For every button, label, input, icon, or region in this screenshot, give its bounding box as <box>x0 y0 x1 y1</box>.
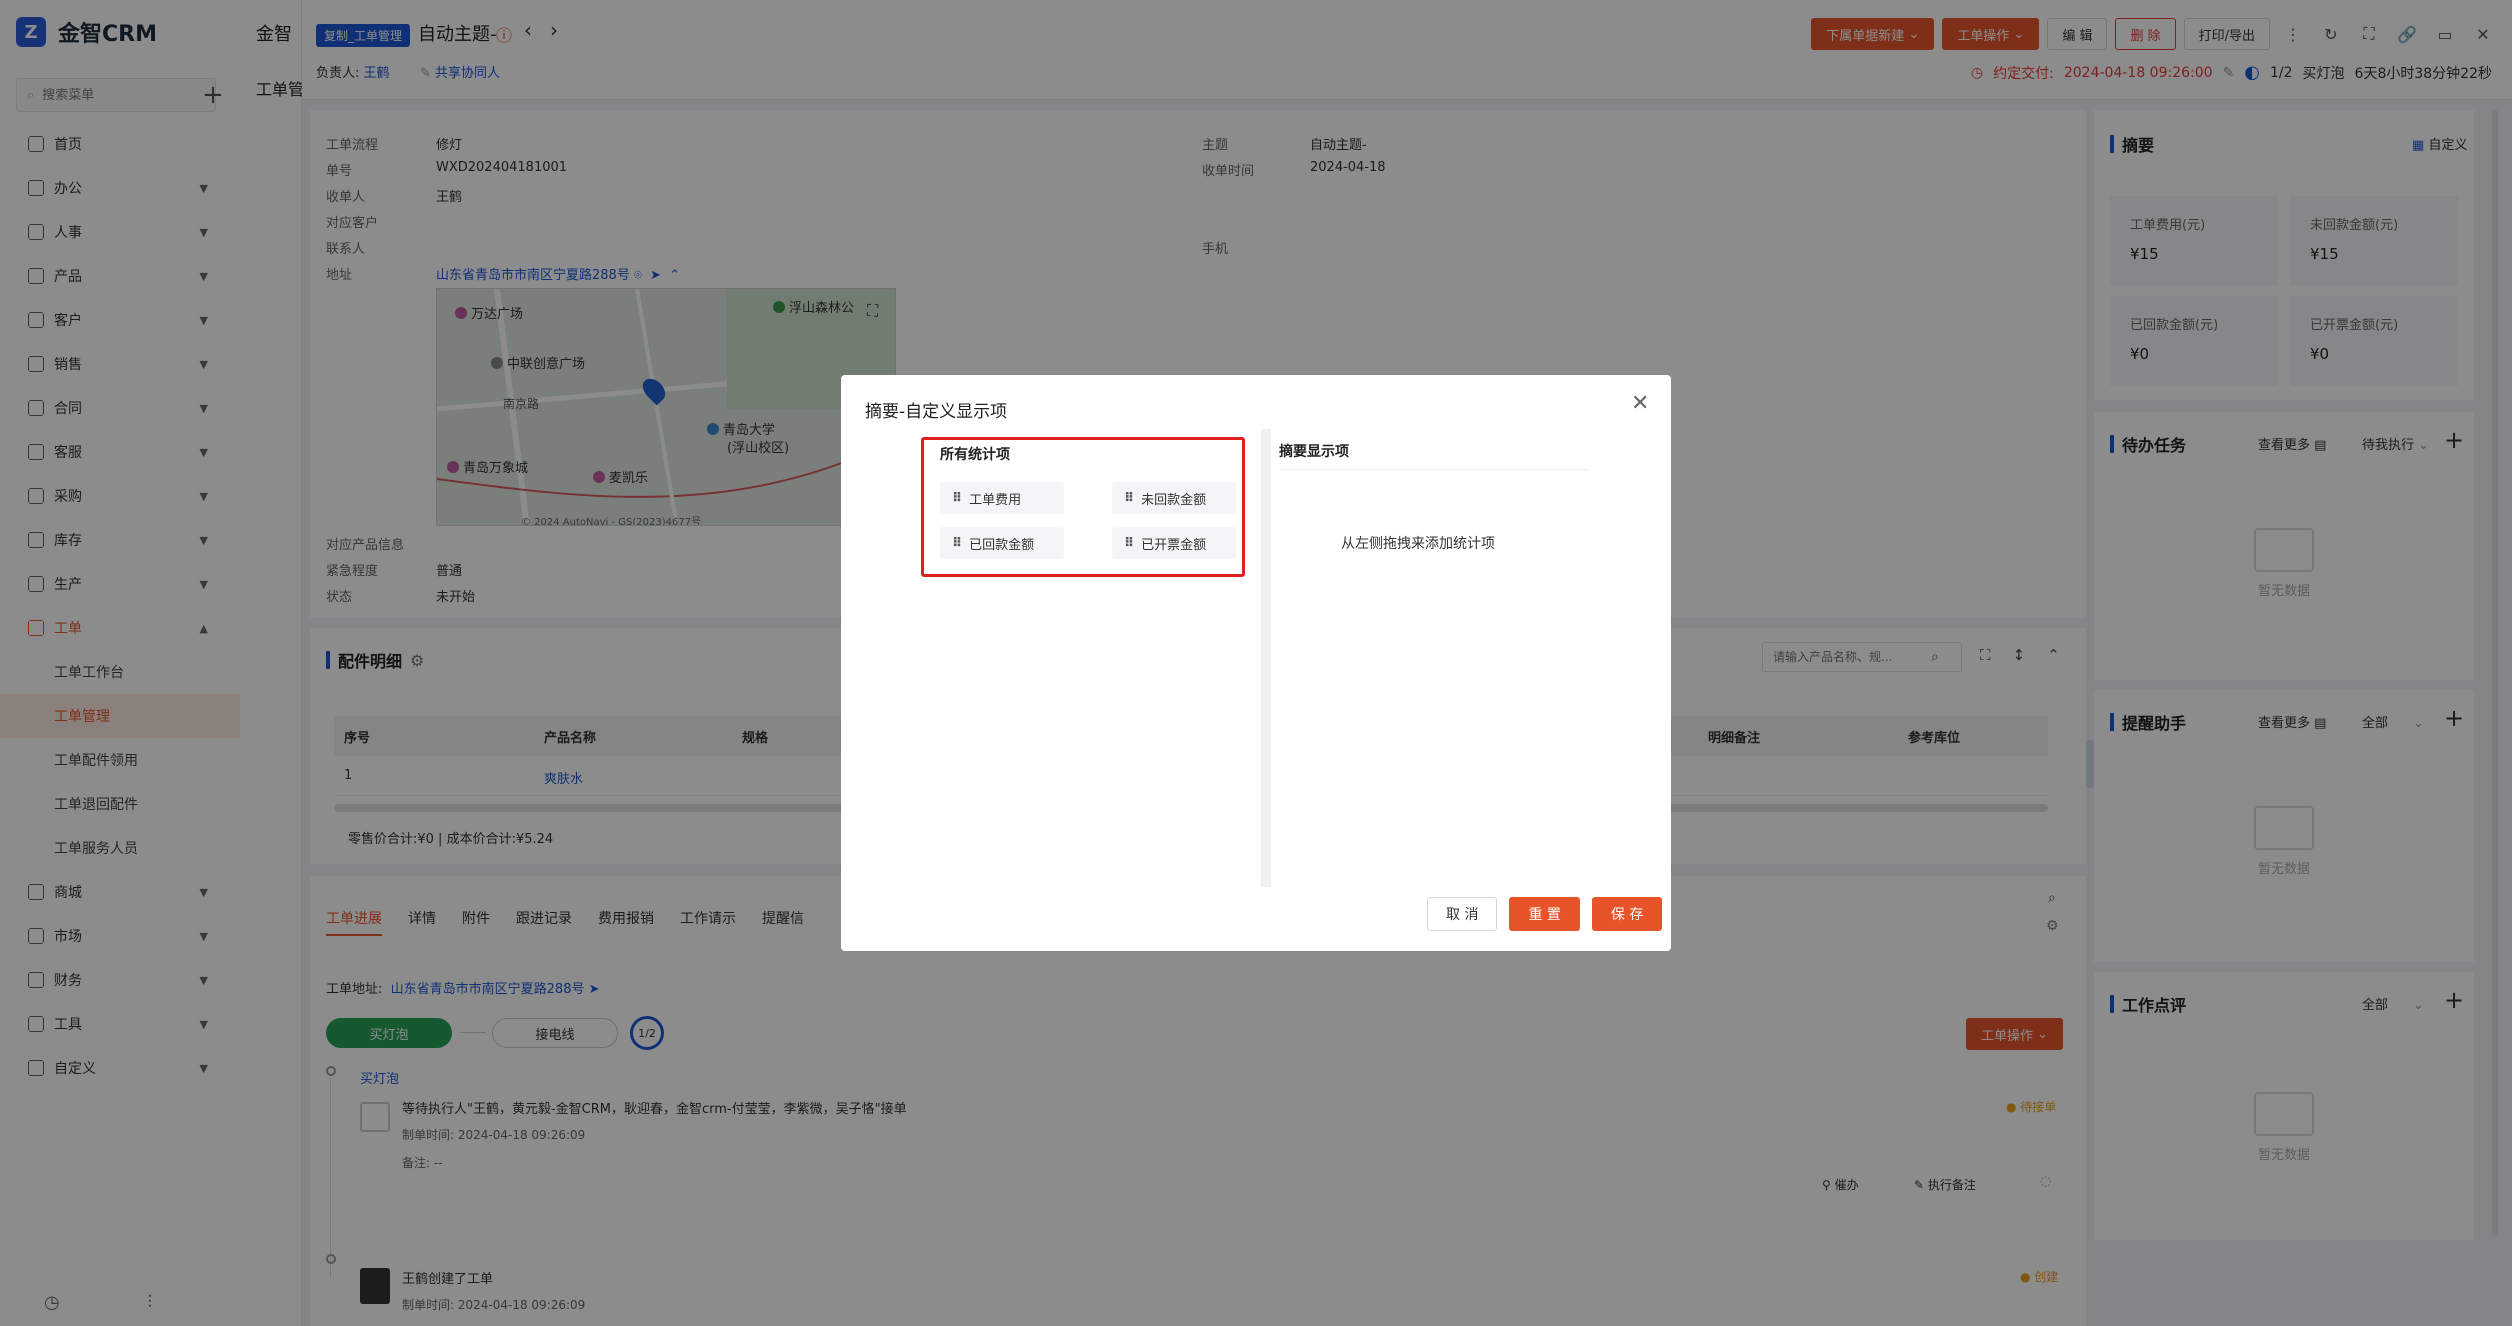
stat-chip-invoiced[interactable]: ⠿ 已开票金额 <box>1112 527 1236 559</box>
stat-chip-paid[interactable]: ⠿ 已回款金额 <box>940 527 1064 559</box>
all-stats-panel: 所有统计项 ⠿ 工单费用 ⠿ 未回款金额 ⠿ 已回款金额 ⠿ 已开票金额 <box>921 437 1245 577</box>
chip-label: 未回款金额 <box>1141 492 1207 508</box>
chip-label: 已开票金额 <box>1141 537 1207 553</box>
dialog-footer: 取 消 重 置 保 存 <box>1427 897 1663 931</box>
stat-chip-unpaid[interactable]: ⠿ 未回款金额 <box>1112 482 1236 514</box>
chip-label: 工单费用 <box>969 492 1022 508</box>
display-items-title: 摘要显示项 <box>1279 444 1349 460</box>
save-button[interactable]: 保 存 <box>1591 897 1663 931</box>
all-stats-title: 所有统计项 <box>940 447 1010 463</box>
dialog-title: 摘要-自定义显示项 <box>865 402 1008 422</box>
drag-handle-icon: ⠿ <box>952 535 962 551</box>
chip-label: 已回款金额 <box>969 537 1035 553</box>
drop-zone-hint[interactable]: 从左侧拖拽来添加统计项 <box>1341 533 1495 553</box>
panel-divider <box>1261 429 1271 887</box>
title-underline <box>1279 469 1589 470</box>
cancel-button[interactable]: 取 消 <box>1427 897 1498 931</box>
reset-button[interactable]: 重 置 <box>1509 897 1580 931</box>
drag-handle-icon: ⠿ <box>1124 535 1134 551</box>
stat-chip-workorder-fee[interactable]: ⠿ 工单费用 <box>940 482 1064 514</box>
drag-handle-icon: ⠿ <box>1124 490 1134 506</box>
customize-summary-dialog: 摘要-自定义显示项 ✕ 所有统计项 ⠿ 工单费用 ⠿ 未回款金额 ⠿ 已回款金额 ⠿ 已… <box>841 375 1671 951</box>
drag-handle-icon: ⠿ <box>952 490 962 506</box>
close-icon[interactable]: ✕ <box>1631 391 1649 416</box>
